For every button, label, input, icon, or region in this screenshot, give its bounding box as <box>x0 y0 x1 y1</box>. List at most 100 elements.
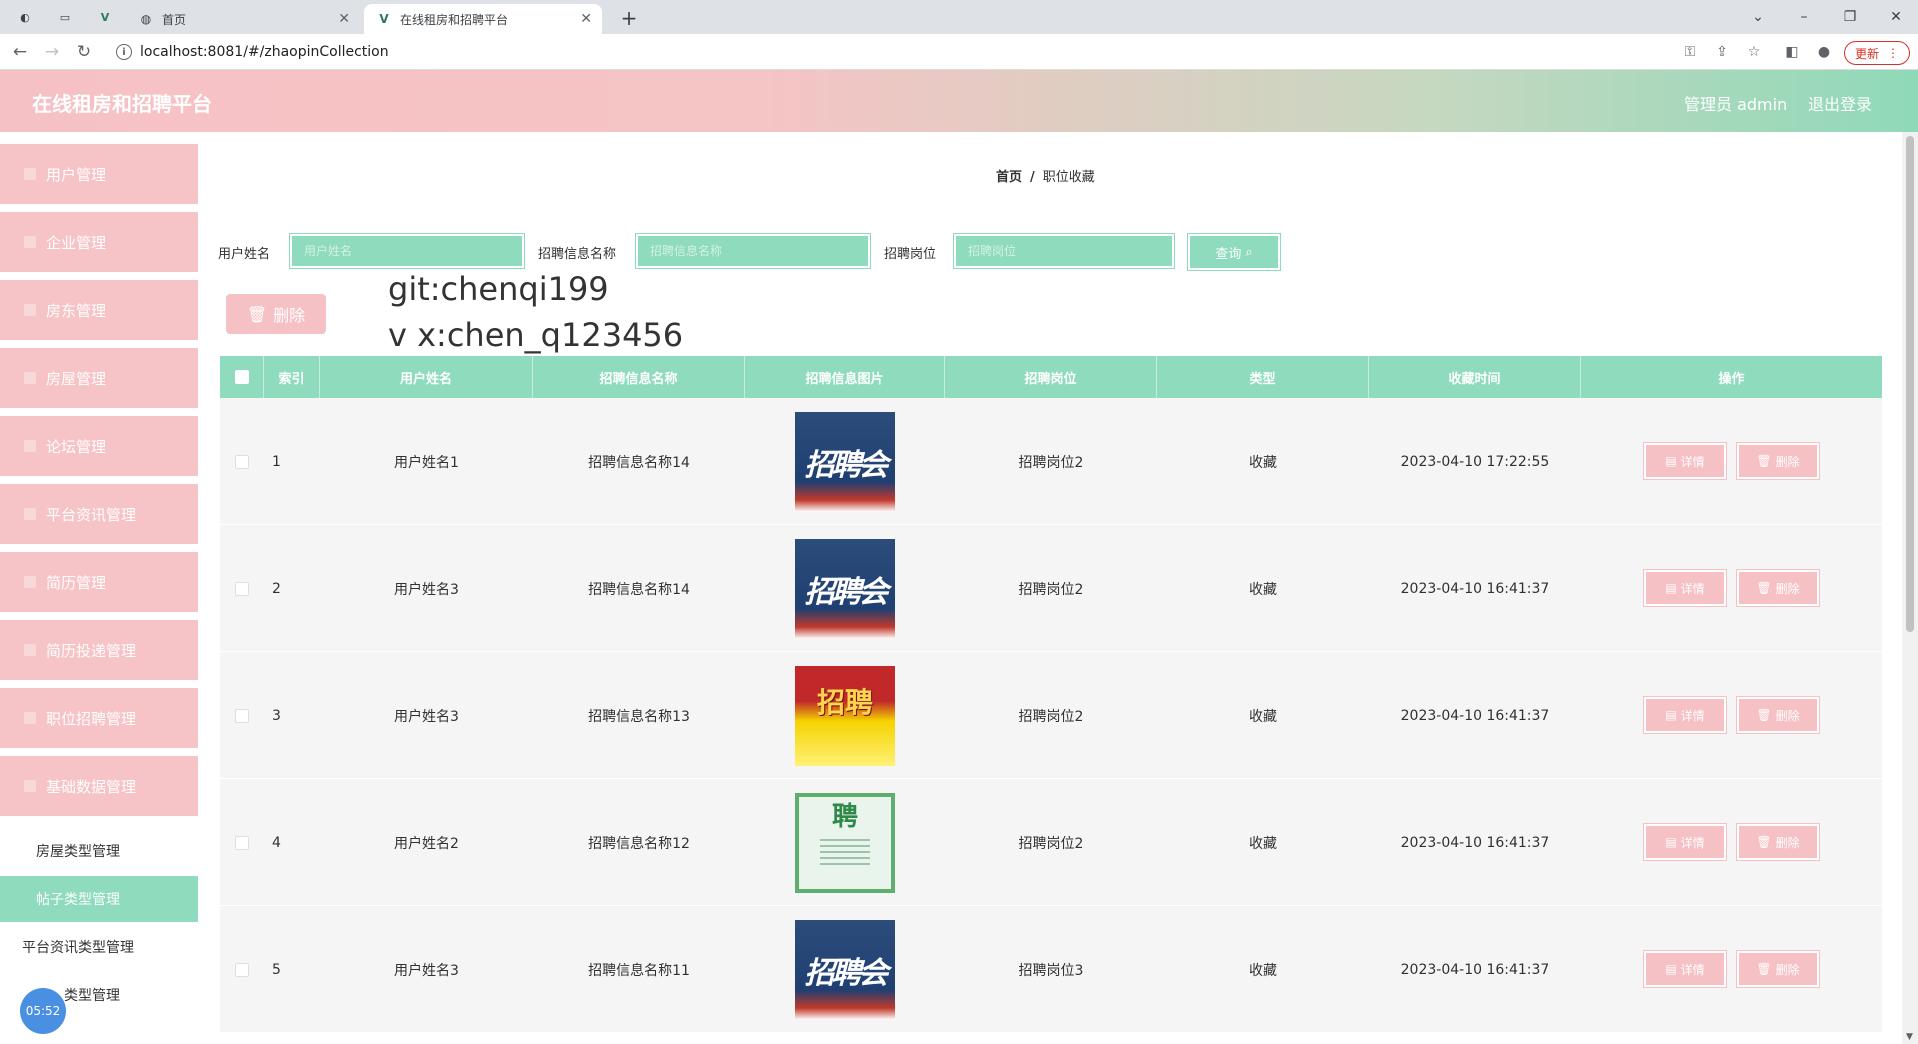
detail-label: 详情 <box>1680 835 1705 850</box>
tab-app[interactable]: V 在线租房和招聘平台 ✕ <box>364 4 602 34</box>
sidebar-item-user[interactable]: 用户管理 <box>0 144 198 206</box>
query-button[interactable]: 查询 ⌕ <box>1187 233 1281 271</box>
row-checkbox-cell <box>220 652 264 779</box>
username-input[interactable] <box>304 244 522 258</box>
row-delete-button[interactable]: 🗑 删除 <box>1736 696 1820 734</box>
detail-label: 详情 <box>1680 962 1705 977</box>
row-checkbox[interactable] <box>235 835 249 850</box>
row-checkbox[interactable] <box>235 581 249 596</box>
row-checkbox[interactable] <box>235 962 249 977</box>
sidebar-item-landlord[interactable]: 房东管理 <box>0 280 198 342</box>
minimize-icon[interactable]: – <box>1784 4 1824 30</box>
breadcrumb: 首页 / 职位收藏 <box>996 166 1095 185</box>
select-all-checkbox[interactable] <box>234 370 249 384</box>
sidepanel-icon[interactable]: ◧ <box>1782 42 1802 62</box>
row-delete-label: 删除 <box>1775 962 1800 977</box>
scroll-down-arrow-icon[interactable]: ▼ <box>1906 1032 1913 1042</box>
sidebar-subitem-post-type[interactable]: 帖子类型管理 <box>0 876 198 922</box>
cell-recruit-name: 招聘信息名称14 <box>588 454 690 471</box>
breadcrumb-separator: / <box>1030 170 1035 185</box>
sidebar-item-resume-delivery[interactable]: 简历投递管理 <box>0 620 198 682</box>
row-delete-button[interactable]: 🗑 删除 <box>1736 569 1820 607</box>
cell-image: 招聘会 <box>745 906 945 1033</box>
delete-label: 删除 <box>273 306 306 325</box>
sidebar-item-house[interactable]: 房屋管理 <box>0 348 198 410</box>
sidebar-item-recruitment[interactable]: 职位招聘管理 <box>0 688 198 750</box>
cell-username: 用户姓名3 <box>394 708 459 725</box>
cell-username: 用户姓名2 <box>394 835 459 852</box>
row-checkbox[interactable] <box>235 454 249 469</box>
recruit-image[interactable]: 招聘 <box>795 665 895 766</box>
star-icon[interactable]: ☆ <box>1744 42 1764 62</box>
cell-username: 用户姓名1 <box>394 454 459 471</box>
share-icon[interactable]: ⇪ <box>1712 42 1732 62</box>
tab-home[interactable]: ◍ 首页 ✕ <box>126 4 360 34</box>
sidebar-item-base-data[interactable]: 基础数据管理 <box>0 756 198 818</box>
recruit-name-input[interactable] <box>650 244 868 258</box>
recruit-image[interactable]: 招聘会 <box>795 411 895 512</box>
detail-button[interactable]: ▤ 详情 <box>1643 950 1727 988</box>
reload-icon[interactable]: ↻ <box>72 40 96 64</box>
key-icon[interactable]: ⚿ <box>1680 42 1700 62</box>
sidebar-item-forum[interactable]: 论坛管理 <box>0 416 198 478</box>
tab-title: 在线租房和招聘平台 <box>400 12 509 27</box>
recruit-image[interactable]: 招聘会 <box>795 538 895 639</box>
close-icon[interactable]: ✕ <box>580 11 592 27</box>
row-delete-button[interactable]: 🗑 删除 <box>1736 950 1820 988</box>
detail-button[interactable]: ▤ 详情 <box>1643 696 1727 734</box>
tab-search-icon[interactable]: ⌄ <box>1738 4 1778 30</box>
recruit-name-label: 招聘信息名称 <box>538 247 617 262</box>
watermark-line-1: git:chenqi199 <box>388 270 609 308</box>
close-window-icon[interactable]: ✕ <box>1876 4 1916 30</box>
col-username: 用户姓名 <box>320 356 533 398</box>
sidebar-item-resume[interactable]: 简历管理 <box>0 552 198 614</box>
recruit-image[interactable]: 招聘会 <box>795 919 895 1020</box>
menu-icon <box>24 780 36 792</box>
clock-badge: 05:52 <box>20 988 66 1034</box>
sidebar-subitem-house-type[interactable]: 房屋类型管理 <box>0 828 198 874</box>
row-delete-button[interactable]: 🗑 删除 <box>1736 823 1820 861</box>
page-scrollbar[interactable]: ▼ <box>1902 132 1918 1044</box>
app-header: 在线租房和招聘平台 管理员 admin 退出登录 <box>0 70 1918 132</box>
pinned-tab-blank-icon[interactable]: ▭ <box>56 8 74 26</box>
back-icon[interactable]: ← <box>8 40 32 64</box>
close-icon[interactable]: ✕ <box>338 11 350 27</box>
restore-icon[interactable]: ❐ <box>1830 4 1870 30</box>
document-icon: ▤ <box>1665 581 1677 595</box>
row-checkbox[interactable] <box>235 708 249 723</box>
row-delete-button[interactable]: 🗑 删除 <box>1736 442 1820 480</box>
admin-label: 管理员 admin <box>1684 95 1788 114</box>
main-content: 首页 / 职位收藏 用户姓名 招聘信息名称 招聘岗位 查询 ⌕ 🗑 删除 git:c… <box>200 132 1902 1044</box>
profile-icon[interactable]: ● <box>1814 42 1834 62</box>
update-button[interactable]: 更新 ⋮ <box>1844 41 1910 65</box>
menu-icon <box>24 712 36 724</box>
detail-button[interactable]: ▤ 详情 <box>1643 569 1727 607</box>
breadcrumb-home[interactable]: 首页 <box>996 170 1022 185</box>
pinned-tab-icon[interactable]: ◐ <box>16 8 34 26</box>
sidebar-item-news[interactable]: 平台资讯管理 <box>0 484 198 546</box>
sidebar-item-label: 房屋管理 <box>46 369 107 388</box>
cell-time: 2023-04-10 17:22:55 <box>1400 453 1550 470</box>
forward-icon[interactable]: → <box>40 40 64 64</box>
menu-icon <box>24 644 36 656</box>
batch-delete-button[interactable]: 🗑 删除 <box>226 294 326 334</box>
detail-button[interactable]: ▤ 详情 <box>1643 823 1727 861</box>
sidebar-subitem-news-type[interactable]: 平台资讯类型管理 <box>0 924 198 970</box>
address-bar[interactable]: i localhost:8081/#/zhaopinCollection <box>110 38 1670 66</box>
pinned-tab-vue-icon[interactable]: V <box>96 8 114 26</box>
post-input[interactable] <box>968 244 1172 258</box>
trash-icon: 🗑 <box>1756 962 1772 976</box>
recruit-image[interactable]: 聘 <box>795 792 895 893</box>
site-info-icon[interactable]: i <box>116 44 132 60</box>
detail-button[interactable]: ▤ 详情 <box>1643 442 1727 480</box>
scrollbar-thumb[interactable] <box>1906 136 1914 632</box>
cell-index: 4 <box>272 834 281 851</box>
cell-image: 聘 <box>745 779 945 906</box>
row-delete-label: 删除 <box>1775 581 1800 596</box>
image-text: 招聘 <box>816 685 873 719</box>
watermark-line-2: v x:chen_q123456 <box>388 316 684 354</box>
new-tab-button[interactable]: + <box>616 6 642 32</box>
logout-link[interactable]: 退出登录 <box>1808 91 1872 115</box>
col-type: 类型 <box>1157 356 1369 398</box>
sidebar-item-company[interactable]: 企业管理 <box>0 212 198 274</box>
